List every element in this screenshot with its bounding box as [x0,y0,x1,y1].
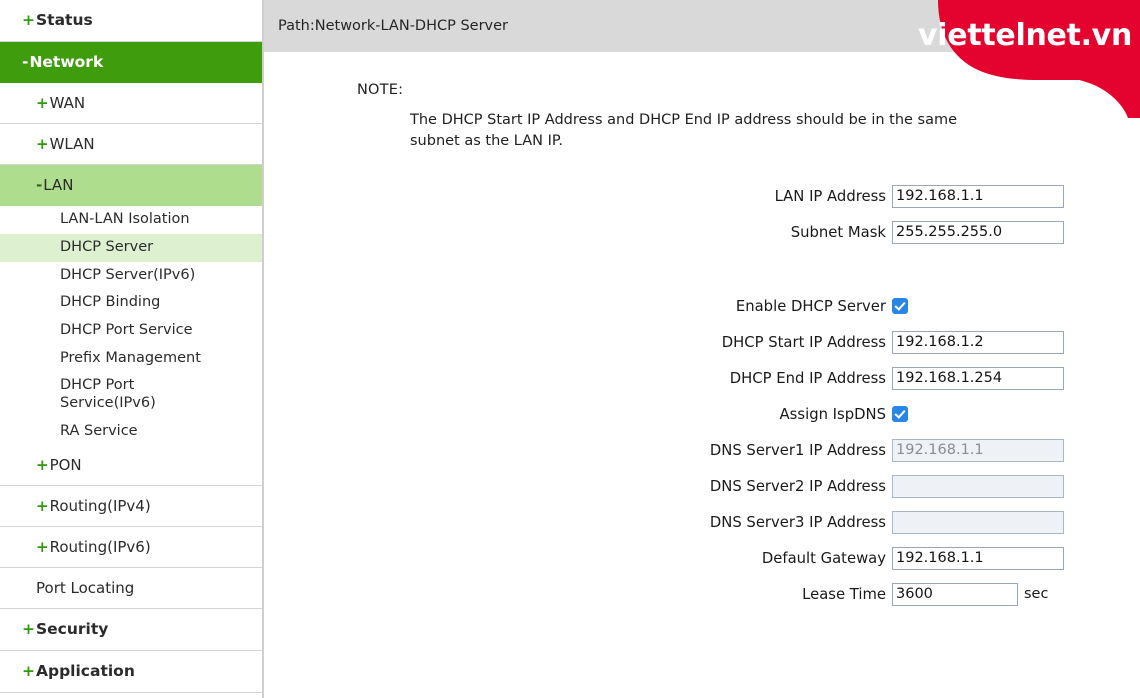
lease-time-input[interactable] [892,582,1018,606]
field-row-dns1: DNS Server1 IP Address [264,432,1140,468]
sidebar-item-lan-lan-isolation[interactable]: LAN-LAN Isolation [0,206,262,234]
sidebar-item-dhcp-port-service[interactable]: DHCP Port Service [0,317,262,345]
dns-server1-label: DNS Server1 IP Address [709,441,886,459]
field-row-subnet-mask: Subnet Mask [264,214,1140,250]
lan-ip-label: LAN IP Address [774,187,886,205]
dns-server3-label: DNS Server3 IP Address [709,513,886,531]
sidebar-item-routing-ipv6[interactable]: +Routing(IPv6) [0,527,262,569]
sidebar-item-pon[interactable]: +PON [0,445,262,487]
expand-plus-icon: + [36,497,49,516]
breadcrumb-path-bar: Path:Network-LAN-DHCP Server - [264,0,1140,52]
sidebar-item-label: DHCP Binding [60,294,161,311]
sidebar-item-dhcp-server[interactable]: DHCP Server [0,233,262,262]
note-block: NOTE: The DHCP Start IP Address and DHCP… [264,82,1140,152]
dhcp-start-ip-label: DHCP Start IP Address [721,333,886,351]
sidebar-navigation: +Status -Network +WAN +WLAN -LAN LAN-LAN Isol… [0,0,264,698]
field-row-assign-ispdns: Assign IspDNS [264,396,1140,432]
sidebar-menu-list: +Status -Network +WAN +WLAN -LAN LAN-LAN Isol… [0,0,262,698]
sidebar-item-label: Routing(IPv6) [49,538,151,557]
field-row-dns2: DNS Server2 IP Address [264,468,1140,504]
sidebar-item-ra-service[interactable]: RA Service [0,418,262,446]
sidebar-item-label: DHCP Server [60,238,154,255]
sidebar-item-dhcp-server-ipv6[interactable]: DHCP Server(IPv6) [0,262,262,290]
sidebar-item-dhcp-port-service-ipv6[interactable]: DHCP Port Service(IPv6) [0,372,262,417]
sidebar-item-administration[interactable]: +Administration [0,693,262,698]
breadcrumb-path-text: Path:Network-LAN-DHCP Server [278,18,509,34]
field-row-dhcp-start-ip: DHCP Start IP Address [264,324,1140,360]
sidebar-item-routing-ipv4[interactable]: +Routing(IPv4) [0,486,262,528]
form-spacer [264,250,1140,288]
dhcp-end-ip-input[interactable] [892,366,1064,390]
sidebar-item-prefix-management[interactable]: Prefix Management [0,345,262,373]
sidebar-item-security[interactable]: +Security [0,609,262,651]
sidebar-item-application[interactable]: +Application [0,651,262,693]
field-row-enable-dhcp: Enable DHCP Server [264,288,1140,324]
sidebar-item-label: DHCP Port Service [60,321,193,338]
field-row-dns3: DNS Server3 IP Address [264,504,1140,540]
subnet-mask-input[interactable] [892,220,1064,244]
sidebar-item-status[interactable]: +Status [0,0,262,42]
sidebar-item-label: Application [36,661,135,680]
sidebar-item-label: DHCP Server(IPv6) [60,266,196,283]
field-row-lan-ip: LAN IP Address [264,178,1140,214]
note-text: The DHCP Start IP Address and DHCP End I… [410,112,958,150]
enable-dhcp-server-label: Enable DHCP Server [735,297,886,315]
sidebar-item-port-locating[interactable]: Port Locating [0,568,262,610]
sidebar-item-wlan[interactable]: +WLAN [0,124,262,166]
enable-dhcp-server-checkbox[interactable] [892,298,908,315]
sidebar-item-label: RA Service [60,422,138,439]
sidebar-item-label: Routing(IPv4) [49,497,151,516]
sidebar-item-label: WAN [49,94,86,113]
expand-plus-icon: + [36,135,49,154]
expand-plus-icon: + [36,538,49,557]
expand-plus-icon: + [22,661,35,680]
pathbar-collapse-marker[interactable]: - [1123,17,1128,35]
dns-server2-input[interactable] [892,474,1064,498]
sidebar-item-network[interactable]: -Network [0,41,262,84]
dns-server1-input[interactable] [892,438,1064,462]
sidebar-item-label: DHCP Port Service(IPv6) [60,377,156,411]
expand-plus-icon: + [36,94,49,113]
expand-plus-icon: + [22,11,35,29]
note-title: NOTE: [357,82,404,98]
dhcp-end-ip-label: DHCP End IP Address [729,369,886,387]
sidebar-item-label: PON [49,456,82,475]
sidebar-item-label: Port Locating [36,579,135,598]
lan-ip-input[interactable] [892,184,1064,208]
field-row-lease-time: Lease Time sec [264,576,1140,612]
field-row-dhcp-end-ip: DHCP End IP Address [264,360,1140,396]
sidebar-item-dhcp-binding[interactable]: DHCP Binding [0,289,262,317]
expand-plus-icon: + [36,456,49,475]
default-gateway-label: Default Gateway [761,549,886,567]
main-content: Path:Network-LAN-DHCP Server - NOTE: The… [264,0,1140,698]
lease-time-unit: sec [1024,586,1049,603]
dns-server3-input[interactable] [892,510,1064,534]
lease-time-label: Lease Time [802,585,886,603]
dhcp-start-ip-input[interactable] [892,330,1064,354]
router-admin-page: +Status -Network +WAN +WLAN -LAN LAN-LAN Isol… [0,0,1140,698]
sidebar-item-label: WLAN [49,135,95,154]
expand-plus-icon: + [22,620,35,639]
sidebar-item-label: Security [36,620,109,639]
assign-ispdns-checkbox[interactable] [892,406,908,423]
dns-server2-label: DNS Server2 IP Address [709,477,886,495]
sidebar-item-label: Status [36,11,93,29]
sidebar-item-wan[interactable]: +WAN [0,83,262,125]
sidebar-item-label: Prefix Management [60,349,201,366]
dhcp-server-form: LAN IP Address Subnet Mask Enable DHCP S… [264,178,1140,612]
subnet-mask-label: Subnet Mask [790,223,886,241]
field-row-default-gateway: Default Gateway [264,540,1140,576]
collapse-minus-icon: - [22,52,29,71]
sidebar-item-lan[interactable]: -LAN [0,165,262,207]
sidebar-item-label: LAN-LAN Isolation [60,211,190,228]
default-gateway-input[interactable] [892,546,1064,570]
sidebar-item-label: Network [29,52,104,71]
collapse-minus-icon: - [36,176,43,195]
assign-ispdns-label: Assign IspDNS [779,405,886,423]
sidebar-item-label: LAN [43,176,74,195]
